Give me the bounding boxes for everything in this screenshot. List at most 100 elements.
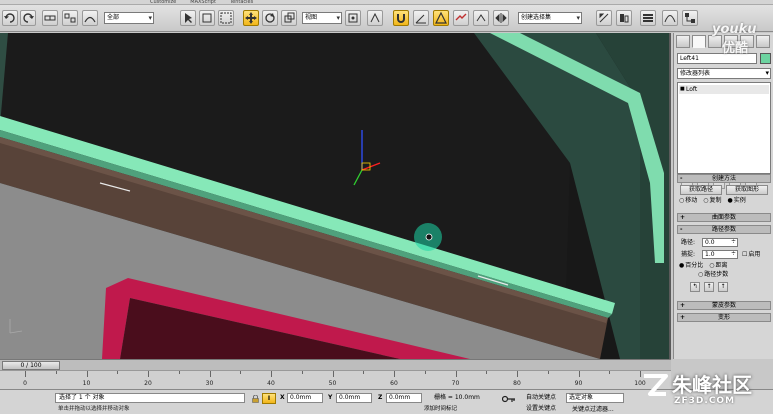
auto-key-button[interactable]: 自动关键点	[526, 393, 556, 403]
select-move-button[interactable]	[243, 10, 259, 26]
rollout-title: 路径参数	[711, 226, 736, 233]
time-slider[interactable]: 0 / 100	[0, 359, 671, 370]
ruler-tick	[25, 371, 26, 377]
ruler-tick	[486, 371, 488, 374]
viewport-perspective[interactable]	[0, 33, 671, 359]
rollout-title: 曲面参数	[711, 214, 736, 221]
ruler-tick	[609, 371, 611, 374]
time-slider-thumb[interactable]: 0 / 100	[2, 361, 60, 370]
percent-snap-icon	[435, 11, 447, 24]
region-select-button[interactable]	[218, 10, 234, 26]
mirror-tool-button[interactable]	[596, 10, 612, 26]
select-by-name-button[interactable]	[199, 10, 215, 26]
radio-instance[interactable]: 实例	[728, 197, 746, 205]
lock-icon[interactable]	[252, 395, 259, 403]
layer-manager-button[interactable]	[640, 10, 656, 26]
radio-move[interactable]: 移动	[679, 197, 697, 205]
grid-size-readout: 栅格 = 10.0mm	[434, 394, 480, 401]
edit-named-selection-button[interactable]	[473, 10, 489, 26]
rollout-surface-params[interactable]: + 曲面参数	[677, 213, 771, 222]
schematic-icon	[685, 13, 695, 23]
z-coord-field[interactable]: 0.0mm	[386, 393, 422, 403]
radio-path-steps[interactable]: 路径步数	[698, 271, 728, 279]
tab-create[interactable]	[676, 35, 690, 48]
next-shape-button[interactable]: ↑	[718, 282, 728, 292]
menu-item-maxscript[interactable]: MAXScript	[190, 0, 216, 4]
reference-coord-dropdown[interactable]: 视图	[302, 12, 342, 24]
arrow-up-icon: ↑	[720, 283, 726, 290]
rollout-creation-method[interactable]: - 创建方法	[677, 174, 771, 183]
path-spinner[interactable]: 0.0	[702, 238, 738, 247]
enable-checkbox[interactable]: 启用	[742, 251, 760, 259]
magnet-icon	[397, 14, 405, 23]
y-coord-field[interactable]: 0.0mm	[336, 393, 372, 403]
curve-editor-button[interactable]	[662, 10, 678, 26]
select-rotate-button[interactable]	[262, 10, 278, 26]
select-link-button[interactable]	[42, 10, 58, 26]
named-selection-dropdown[interactable]: 创建选择集	[518, 12, 582, 24]
get-path-button[interactable]: 获取路径	[680, 185, 722, 195]
key-icon[interactable]	[502, 395, 516, 403]
pivot-center-button[interactable]	[345, 10, 361, 26]
snap-spinner[interactable]: 1.0	[702, 250, 738, 259]
spinner-snap-button[interactable]	[453, 10, 469, 26]
ruler-tick	[363, 371, 365, 374]
x-coord-field[interactable]: 0.0mm	[287, 393, 323, 403]
ruler-label: 60	[390, 380, 398, 387]
manipulate-button[interactable]	[367, 10, 383, 26]
redo-icon	[23, 13, 34, 23]
ruler-tick	[240, 371, 242, 374]
unlink-icon	[64, 13, 76, 23]
ruler-tick	[578, 371, 580, 377]
snap-toggle-button[interactable]	[393, 10, 409, 26]
scene-canvas	[0, 33, 669, 359]
unlink-button[interactable]	[62, 10, 78, 26]
zf3d-cn-text: 朱峰社区	[672, 373, 752, 397]
ruler-label: 50	[328, 380, 337, 387]
app-window: Customize MAXScript Tentacles 全部 ▾ 视图 ▾ …	[0, 0, 773, 414]
modifier-list-dropdown[interactable]: 修改器列表	[677, 68, 771, 79]
pivot-icon	[348, 13, 358, 23]
timeline-ruler[interactable]: 0 10 20 30 40 50 60 70 80 90 100	[0, 370, 671, 389]
get-shape-button[interactable]: 获取图形	[726, 185, 768, 195]
prev-shape-button[interactable]: ↑	[704, 282, 714, 292]
percent-snap-button[interactable]	[433, 10, 449, 26]
add-time-tag-button[interactable]: 添加时间标记	[424, 405, 457, 414]
select-object-button[interactable]	[180, 10, 196, 26]
rollout-deformations[interactable]: + 变形	[677, 313, 771, 322]
arrow-up-icon: ↑	[706, 283, 712, 290]
undo-button[interactable]	[2, 10, 18, 26]
set-key-button[interactable]: 设置关键点	[526, 404, 556, 414]
align-button[interactable]	[616, 10, 632, 26]
rollout-path-params[interactable]: - 路径参数	[677, 225, 771, 234]
ruler-tick	[424, 371, 426, 374]
undo-icon	[4, 13, 15, 23]
list-icon	[202, 13, 212, 23]
radio-distance[interactable]: 距离	[709, 262, 728, 270]
select-scale-button[interactable]	[281, 10, 297, 26]
ruler-label: 70	[451, 380, 460, 387]
menu-item-tentacles[interactable]: Tentacles	[230, 0, 253, 4]
radio-percent[interactable]: 百分比	[679, 262, 703, 270]
mirror-button[interactable]	[493, 10, 509, 26]
pick-shape-button[interactable]: ↰	[690, 282, 700, 292]
key-filters-button[interactable]: 关键点过滤器...	[572, 405, 614, 414]
tab-modify[interactable]	[692, 35, 706, 48]
rollout-skin-params[interactable]: + 蒙皮参数	[677, 301, 771, 310]
schematic-view-button[interactable]	[682, 10, 698, 26]
redo-button[interactable]	[20, 10, 36, 26]
path-label: 路径:	[681, 239, 696, 246]
angle-snap-button[interactable]	[413, 10, 429, 26]
menu-item-customize[interactable]: Customize	[150, 0, 176, 4]
ruler-label: 20	[144, 380, 152, 387]
bind-space-warp-button[interactable]	[82, 10, 98, 26]
absolute-mode-button[interactable]: I	[262, 393, 276, 404]
stack-item-loft[interactable]: Loft	[679, 85, 769, 94]
selection-filter-dropdown[interactable]: 全部	[104, 12, 154, 24]
cursor-pointer	[425, 233, 433, 241]
z-label: Z	[378, 394, 383, 401]
ruler-tick	[86, 371, 88, 377]
angle-snap-icon	[415, 14, 426, 24]
key-selection-dropdown[interactable]: 选定对象	[566, 393, 624, 403]
radio-copy[interactable]: 复制	[703, 197, 722, 205]
